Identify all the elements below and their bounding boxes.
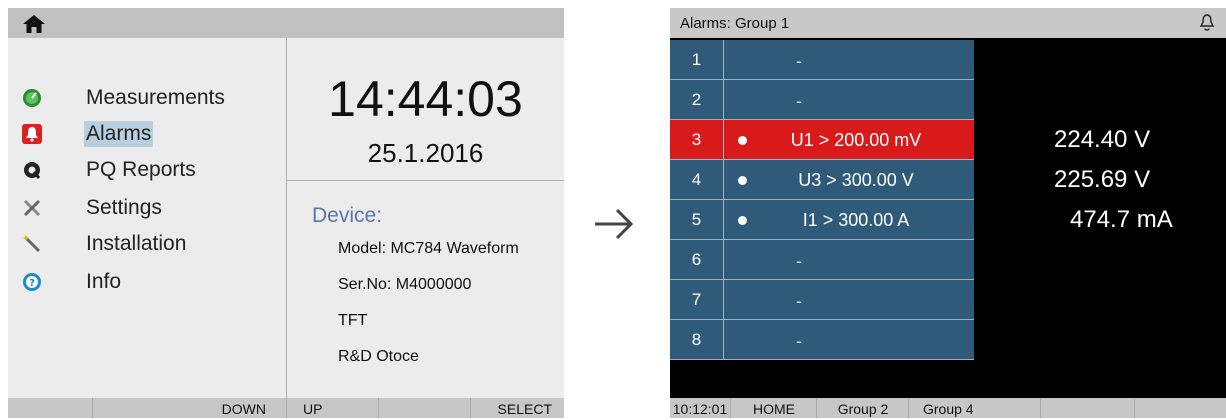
top-bar (8, 8, 564, 38)
fkey-1[interactable] (8, 398, 92, 418)
menu-item-info[interactable]: ? Info (8, 268, 278, 300)
status-time: 10:12:01 (672, 401, 728, 417)
fkey-6[interactable] (1134, 398, 1226, 418)
alarm-condition: - (796, 251, 802, 271)
clock-date: 25.1.2016 (367, 138, 484, 168)
alarm-value: 224.40 V (1054, 126, 1151, 153)
alarm-condition: - (796, 331, 802, 351)
menu-item-settings[interactable]: Settings (8, 194, 278, 226)
alarm-row[interactable]: 6- (670, 240, 974, 279)
alarm-number: 4 (670, 160, 724, 199)
wand-icon (23, 235, 41, 253)
device-serial: Ser.No: M4000000 (338, 276, 472, 293)
right-arrow-icon (595, 208, 634, 240)
up-button[interactable]: UP (286, 398, 378, 418)
alarm-row[interactable]: 5 I1 > 300.00 A (670, 200, 974, 239)
alarm-row[interactable]: 3 U1 > 200.00 mV (670, 120, 974, 159)
alarm-condition: U1 > 200.00 mV (790, 130, 922, 150)
row-divider (670, 359, 974, 360)
function-key-bar: DOWN UP SELECT (8, 398, 564, 418)
fkey-4[interactable] (378, 398, 471, 418)
active-dot-icon (738, 136, 747, 145)
alarm-row[interactable]: 8- (670, 320, 974, 359)
home-button[interactable]: HOME (730, 398, 817, 418)
clock-time: 14:44:03 (328, 71, 523, 127)
active-dot-icon (738, 216, 747, 225)
bell-icon[interactable] (1198, 13, 1216, 33)
menu-item-label: Info (86, 270, 122, 293)
screen-title: Alarms: Group 1 (680, 15, 790, 32)
title-bar: Alarms: Group 1 (670, 8, 1226, 38)
device-title: Device: (312, 204, 383, 227)
alarm-row[interactable]: 2- (670, 80, 974, 119)
select-button[interactable]: SELECT (470, 398, 564, 418)
alarm-bell-icon (22, 124, 42, 144)
down-button[interactable]: DOWN (92, 398, 286, 418)
device-model: Model: MC784 Waveform (338, 240, 519, 257)
pq-reports-icon (24, 162, 41, 179)
alarm-row[interactable]: 7- (670, 280, 974, 319)
alarm-number: 1 (670, 40, 724, 79)
tools-icon (23, 199, 41, 217)
alarm-value: 225.69 V (1054, 166, 1151, 193)
menu-item-label: Measurements (86, 86, 225, 109)
alarm-condition: - (796, 91, 802, 111)
alarm-value: 474.7 mA (1070, 206, 1173, 233)
measurements-icon (23, 89, 41, 107)
menu-item-label: PQ Reports (86, 158, 196, 181)
menu-item-label: Alarms (84, 121, 154, 147)
group-4-button[interactable]: Group 4 (908, 398, 1000, 418)
fkey-5[interactable] (1040, 398, 1135, 418)
function-key-bar: 10:12:01 HOME Group 2 Group 4 (670, 398, 1226, 418)
alarms-screen: Alarms: Group 1 1-2-3 U1 > 200.00 mV 224.4… (670, 8, 1226, 418)
active-dot-icon (738, 176, 747, 185)
alarm-row[interactable]: 1- (670, 40, 974, 79)
divider (287, 180, 564, 181)
alarm-condition: I1 > 300.00 A (802, 210, 910, 230)
alarm-number: 7 (670, 280, 724, 319)
device-location: R&D Otoce (338, 348, 419, 365)
menu-item-label: Settings (86, 196, 162, 219)
alarm-number: 3 (670, 120, 724, 159)
svg-text:?: ? (29, 278, 35, 289)
alarm-number: 2 (670, 80, 724, 119)
alarm-row[interactable]: 4 U3 > 300.00 V (670, 160, 974, 199)
menu-item-installation[interactable]: Installation (8, 230, 278, 262)
menu-item-measurements[interactable]: Measurements (8, 84, 278, 116)
alarm-number: 5 (670, 200, 724, 239)
home-icon[interactable] (22, 14, 46, 34)
menu-item-label: Installation (86, 232, 187, 255)
main-menu-screen: Measurements Alarms PQ Reports Settings (8, 8, 564, 418)
alarm-condition: - (796, 291, 802, 311)
device-display: TFT (338, 312, 368, 329)
alarm-number: 6 (670, 240, 724, 279)
alarm-number: 8 (670, 320, 724, 359)
menu-item-pq-reports[interactable]: PQ Reports (8, 156, 278, 188)
alarm-condition: U3 > 300.00 V (798, 170, 914, 190)
alarm-condition: - (796, 51, 802, 71)
group-2-button[interactable]: Group 2 (816, 398, 909, 418)
menu-item-alarms[interactable]: Alarms (8, 120, 278, 152)
info-icon: ? (23, 273, 41, 291)
